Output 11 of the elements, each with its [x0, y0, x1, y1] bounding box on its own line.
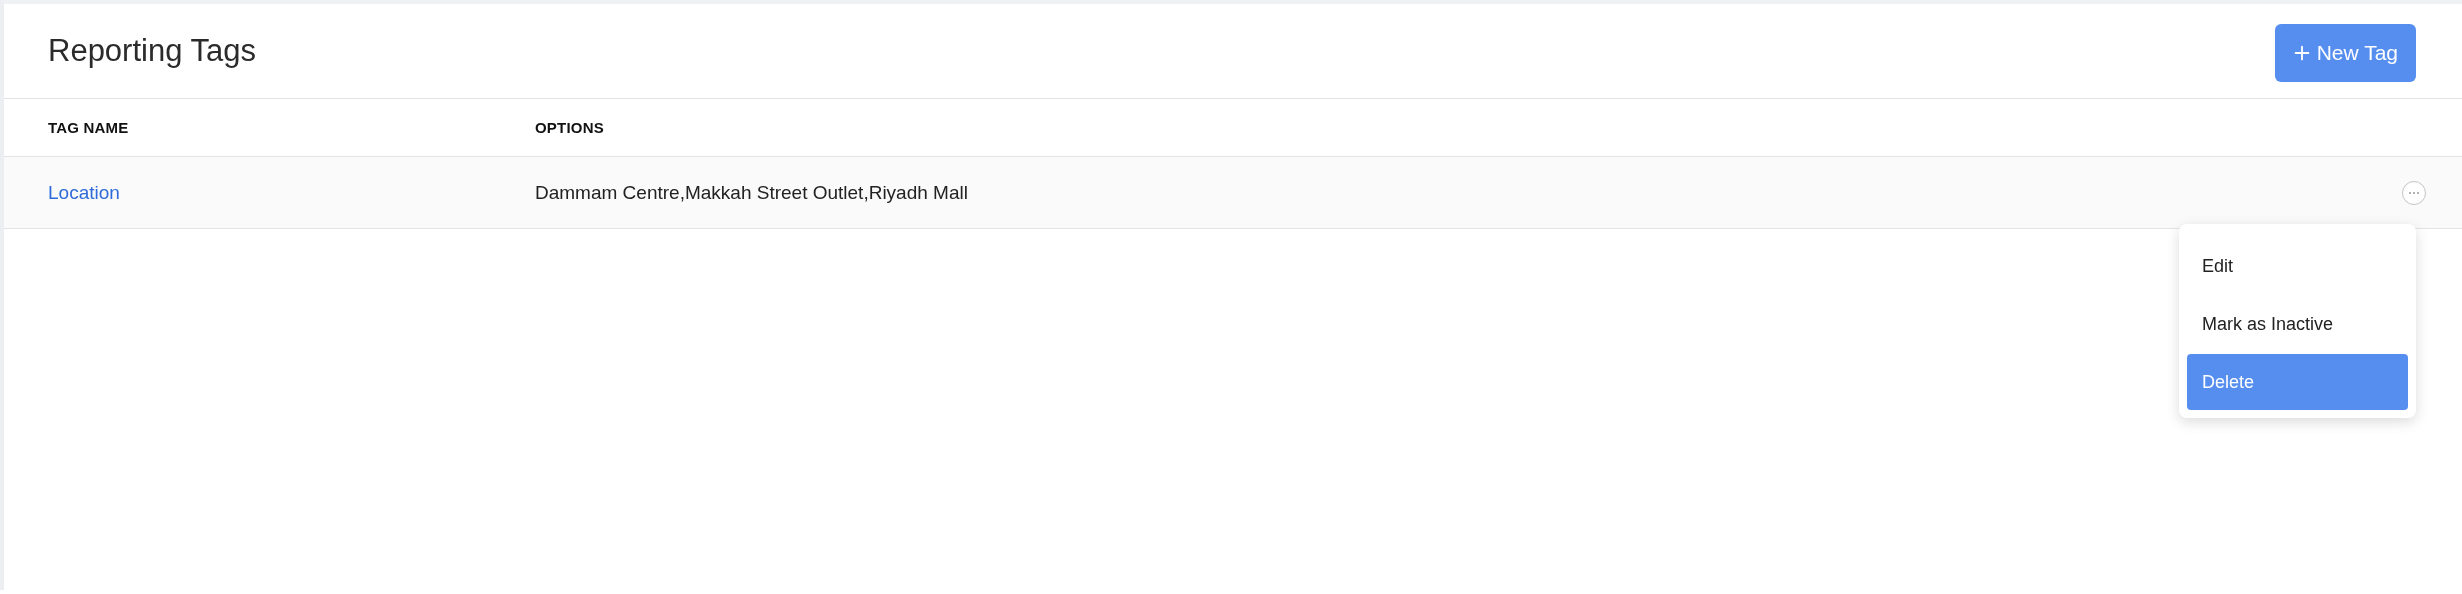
table-cell-text: Dammam Centre,Makkah Street Outlet,Riyadh Mall: [535, 181, 969, 204]
menu-item[interactable]: Mark as Inactive: [2187, 296, 2408, 352]
page-title: Reporting Tags: [48, 33, 256, 69]
column-header: TAG NAME: [48, 119, 130, 136]
column-header: OPTIONS: [535, 119, 605, 136]
tag-name-link[interactable]: Location: [48, 181, 535, 204]
more-options-button[interactable]: [2402, 180, 2426, 205]
menu-item[interactable]: Delete: [2187, 354, 2408, 410]
menu-item[interactable]: Edit: [2187, 238, 2408, 294]
new-tag-button[interactable]: New Tag: [2274, 23, 2416, 82]
ellipsis-icon: [2408, 190, 2420, 195]
